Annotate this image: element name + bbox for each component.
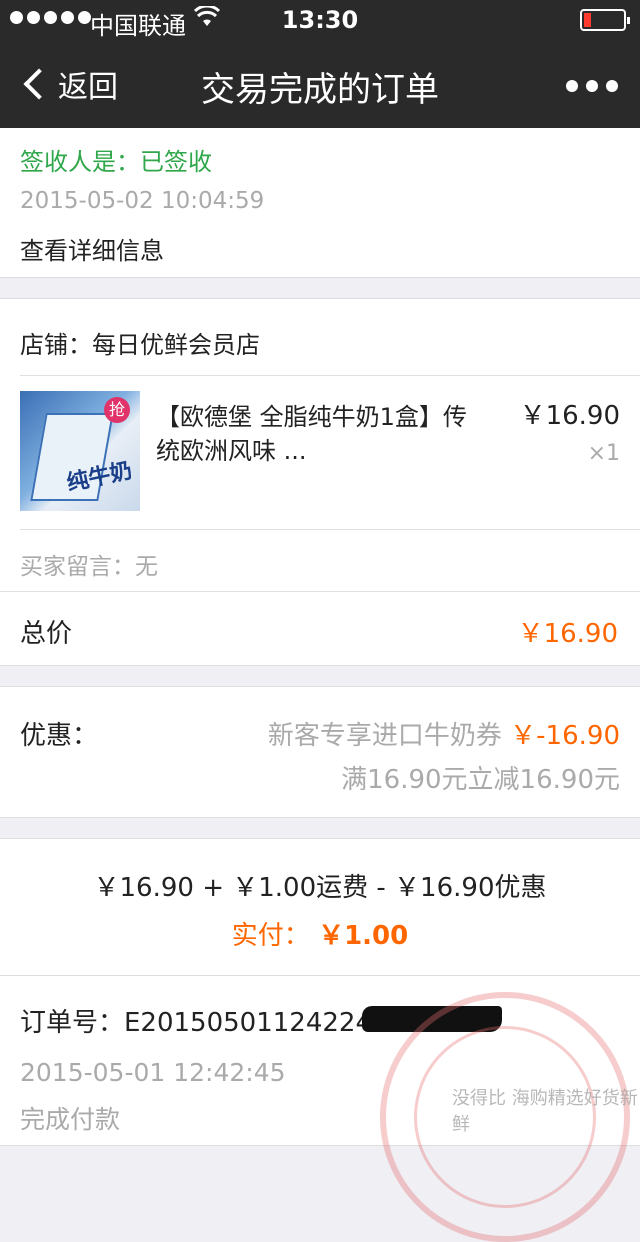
payment-summary-section: ￥16.90 + ￥1.00运费 - ￥16.90优惠 实付： ￥1.00 [0, 838, 640, 976]
status-bar: 中国联通 13:30 [0, 0, 640, 40]
discount-section: 优惠： 新客专享进口牛奶券 ￥-16.90 满16.90元立减16.90元 [0, 686, 640, 818]
product-title-line1[interactable]: 【欧德堡 全脂纯牛奶1盒】传 [156, 397, 467, 432]
product-title-line2[interactable]: 统欧洲风味 ... [156, 431, 307, 466]
signer-status: 签收人是：已签收 [20, 148, 212, 176]
divider [20, 375, 640, 376]
navigation-bar: 返回 交易完成的订单 [0, 40, 640, 128]
discount-label: 优惠： [20, 721, 99, 751]
total-label: 总价 [20, 619, 73, 649]
price-formula: ￥16.90 + ￥1.00运费 - ￥16.90优惠 [93, 873, 547, 903]
paid-line: 实付： ￥1.00 [0, 915, 640, 952]
buyer-note: 买家留言：无 [20, 554, 158, 580]
receipt-section: 签收人是：已签收 2015-05-02 10:04:59 查看详细信息 [0, 128, 640, 278]
battery-icon [580, 9, 630, 31]
details-link[interactable]: 查看详细信息 [20, 231, 164, 266]
sign-time: 2015-05-02 10:04:59 [20, 188, 265, 214]
more-dots-icon[interactable] [566, 80, 618, 92]
flash-sale-badge: 抢 [104, 397, 130, 423]
payment-status: 完成付款 [20, 1105, 121, 1134]
order-created-time: 2015-05-01 12:42:45 [20, 1058, 286, 1087]
status-time: 13:30 [281, 6, 359, 34]
coupon-value: ￥-16.90 [510, 721, 620, 751]
coupon-line: 新客专享进口牛奶券 ￥-16.90 [268, 715, 620, 752]
divider [20, 529, 640, 530]
divider [0, 591, 640, 592]
page-title: 交易完成的订单 [201, 70, 439, 110]
coupon-rule: 满16.90元立减16.90元 [341, 765, 620, 795]
product-quantity: ×1 [587, 441, 620, 466]
store-name[interactable]: 店铺：每日优鲜会员店 [20, 325, 260, 360]
coupon-name: 新客专享进口牛奶券 [267, 721, 502, 751]
total-value: ￥16.90 [517, 619, 618, 649]
watermark-text: 没得比 海购精选好货新鲜 [452, 1088, 638, 1135]
product-thumbnail[interactable]: 纯牛奶 抢 [20, 391, 140, 511]
product-price: ￥16.90 [519, 401, 620, 431]
order-number: 订单号：E20150501124224 [20, 1008, 373, 1038]
order-items-section: 店铺：每日优鲜会员店 纯牛奶 抢 【欧德堡 全脂纯牛奶1盒】传 统欧洲风味 ..… [0, 298, 640, 666]
paid-value: ￥1.00 [318, 921, 409, 951]
paid-label: 实付： [231, 921, 310, 951]
